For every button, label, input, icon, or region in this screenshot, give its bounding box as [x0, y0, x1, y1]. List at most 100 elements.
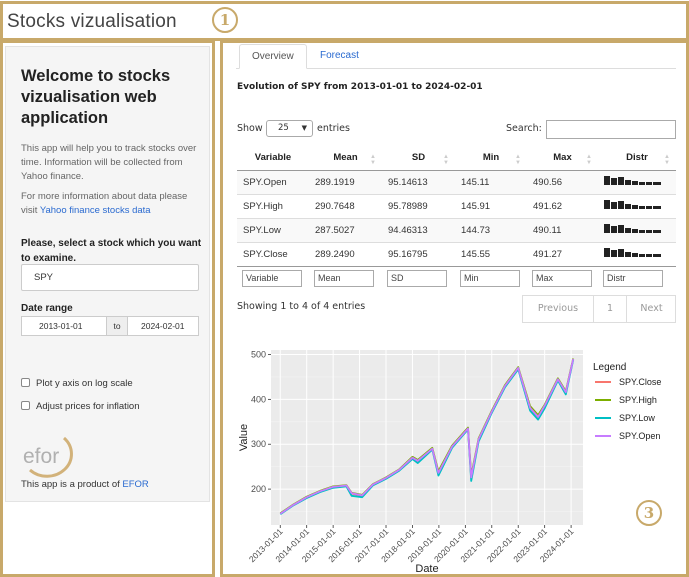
stock-select-label: Please, select a stock which you want to…	[21, 238, 202, 264]
col-header-label: Min	[482, 152, 500, 164]
histogram-icon	[604, 224, 661, 233]
col-header-label: Variable	[254, 152, 292, 164]
filter-cell: Mean	[309, 265, 382, 290]
table-cell: 95.16795	[382, 241, 455, 266]
histogram-icon	[604, 200, 661, 209]
evolution-heading: Evolution of SPY from 2013-01-01 to 2024…	[237, 82, 483, 92]
table-cell: 145.55	[455, 241, 527, 266]
y-tick-label: 300	[251, 439, 266, 449]
histogram-icon	[604, 248, 661, 257]
x-axis-ticks: 2013-01-012014-01-012015-01-012016-01-01…	[247, 525, 576, 564]
plot-panel	[271, 350, 583, 525]
col-header-label: SD	[411, 152, 426, 164]
filter-input-mean[interactable]: Mean	[314, 269, 374, 287]
table-cell: 490.56	[527, 169, 598, 194]
summary-table: Variable Mean ▲ ▼ SD ▲ ▼ Min ▲ ▼ Max ▲ ▼ Distr ▲ ▼…	[237, 146, 676, 290]
table-row: SPY.High 290.7648 95.78989 145.91 491.62	[237, 193, 676, 218]
filter-input-sd[interactable]: SD	[387, 269, 447, 287]
table-cell: 491.27	[527, 241, 598, 266]
search-input[interactable]	[546, 120, 676, 139]
product-label: This app is a product of	[21, 479, 120, 490]
filter-input-max[interactable]: Max	[532, 269, 592, 287]
col-header-variable[interactable]: Variable	[237, 146, 309, 171]
entries-length-select[interactable]: 25 ▼	[266, 120, 313, 137]
col-header-mean[interactable]: Mean ▲ ▼	[309, 146, 382, 171]
more-info-text: For more information about data please v…	[21, 190, 206, 218]
table-cell: SPY.Close	[237, 241, 309, 266]
inflation-checkbox-box[interactable]	[21, 401, 30, 410]
table-cell: 287.5027	[309, 217, 382, 242]
efor-link[interactable]: EFOR	[122, 479, 148, 490]
distribution-sparkline	[598, 193, 676, 218]
app-title: Stocks vizualisation	[7, 11, 177, 32]
chart-legend: Legend SPY.Close SPY.High SPY.Low SPY.Open	[593, 362, 661, 441]
table-cell: 145.11	[455, 169, 527, 194]
filter-input-min[interactable]: Min	[460, 269, 520, 287]
tab-forecast[interactable]: Forecast	[308, 44, 371, 69]
tab-overview[interactable]: Overview	[239, 44, 307, 69]
table-cell: 289.2490	[309, 241, 382, 266]
table-cell: 95.14613	[382, 169, 455, 194]
date-range-label: Date range	[21, 303, 73, 314]
table-info: Showing 1 to 4 of 4 entries	[237, 301, 366, 312]
table-row: SPY.Close 289.2490 95.16795 145.55 491.2…	[237, 241, 676, 266]
col-header-label: Distr	[626, 152, 648, 164]
filter-input-distr[interactable]: Distr	[603, 269, 663, 287]
col-header-min[interactable]: Min ▲ ▼	[455, 146, 527, 171]
distribution-sparkline	[598, 241, 676, 266]
legend-label: SPY.High	[619, 395, 657, 405]
stock-price-chart: 200 300 400 500 2013-01-012014-01-012015-01…	[238, 349, 661, 575]
page-1-button[interactable]: 1	[593, 296, 627, 322]
table-cell: 95.78989	[382, 193, 455, 218]
y-tick-label: 200	[251, 484, 266, 494]
x-axis-label: Date	[415, 563, 438, 575]
sort-icon: ▲ ▼	[515, 154, 521, 166]
efor-logo: efor	[23, 436, 73, 478]
sidebar-panel: Welcome to stocks vizualisation web appl…	[5, 46, 210, 502]
filter-input-variable[interactable]: Variable	[242, 269, 302, 287]
date-start-input[interactable]: 2013-01-01	[39, 317, 82, 335]
sort-icon: ▲ ▼	[443, 154, 449, 166]
y-tick-label: 400	[251, 394, 266, 404]
filter-cell: SD	[382, 265, 455, 290]
table-cell: 290.7648	[309, 193, 382, 218]
legend-title: Legend	[593, 362, 626, 373]
date-end-input[interactable]: 2024-02-01	[141, 317, 184, 335]
table-cell: SPY.Low	[237, 217, 309, 242]
log-scale-checkbox-box[interactable]	[21, 378, 30, 387]
inflation-checkbox[interactable]: Adjust prices for inflation	[21, 401, 140, 412]
log-scale-checkbox[interactable]: Plot y axis on log scale	[21, 378, 133, 389]
entries-length-value: 25	[278, 123, 289, 133]
table-row: SPY.Low 287.5027 94.46313 144.73 490.11	[237, 217, 676, 242]
legend-label: SPY.Close	[619, 377, 661, 387]
efor-logo-text: efor	[23, 445, 59, 468]
yahoo-finance-link[interactable]: Yahoo finance stocks data	[40, 205, 151, 216]
previous-button[interactable]: Previous	[523, 296, 593, 322]
filter-cell: Max	[527, 265, 598, 290]
table-cell: 145.91	[455, 193, 527, 218]
table-cell: SPY.Open	[237, 169, 309, 194]
y-axis-ticks: 200 300 400 500	[251, 349, 271, 494]
next-button[interactable]: Next	[627, 296, 676, 322]
table-cell: SPY.High	[237, 193, 309, 218]
col-header-sd[interactable]: SD ▲ ▼	[382, 146, 455, 171]
show-label: Show	[237, 123, 263, 134]
log-scale-label: Plot y axis on log scale	[36, 378, 133, 389]
legend-label: SPY.Low	[619, 413, 655, 423]
table-cell: 491.62	[527, 193, 598, 218]
welcome-heading: Welcome to stocks vizualisation web appl…	[21, 67, 171, 127]
entries-label: entries	[317, 123, 350, 134]
filter-row: Variable Mean SD Min Max Distr	[237, 265, 676, 290]
distribution-sparkline	[598, 169, 676, 194]
col-header-distr[interactable]: Distr ▲ ▼	[598, 146, 676, 171]
table-cell: 94.46313	[382, 217, 455, 242]
sort-icon: ▲ ▼	[370, 154, 376, 166]
y-tick-label: 500	[251, 349, 266, 359]
table-cell: 144.73	[455, 217, 527, 242]
col-header-max[interactable]: Max ▲ ▼	[527, 146, 598, 171]
stock-select-input[interactable]: SPY	[21, 264, 199, 291]
table-row: SPY.Open 289.1919 95.14613 145.11 490.56	[237, 169, 676, 194]
product-text: This app is a product of EFOR	[21, 479, 149, 490]
badge-1: 1	[212, 7, 238, 33]
col-header-label: Mean	[333, 152, 358, 164]
